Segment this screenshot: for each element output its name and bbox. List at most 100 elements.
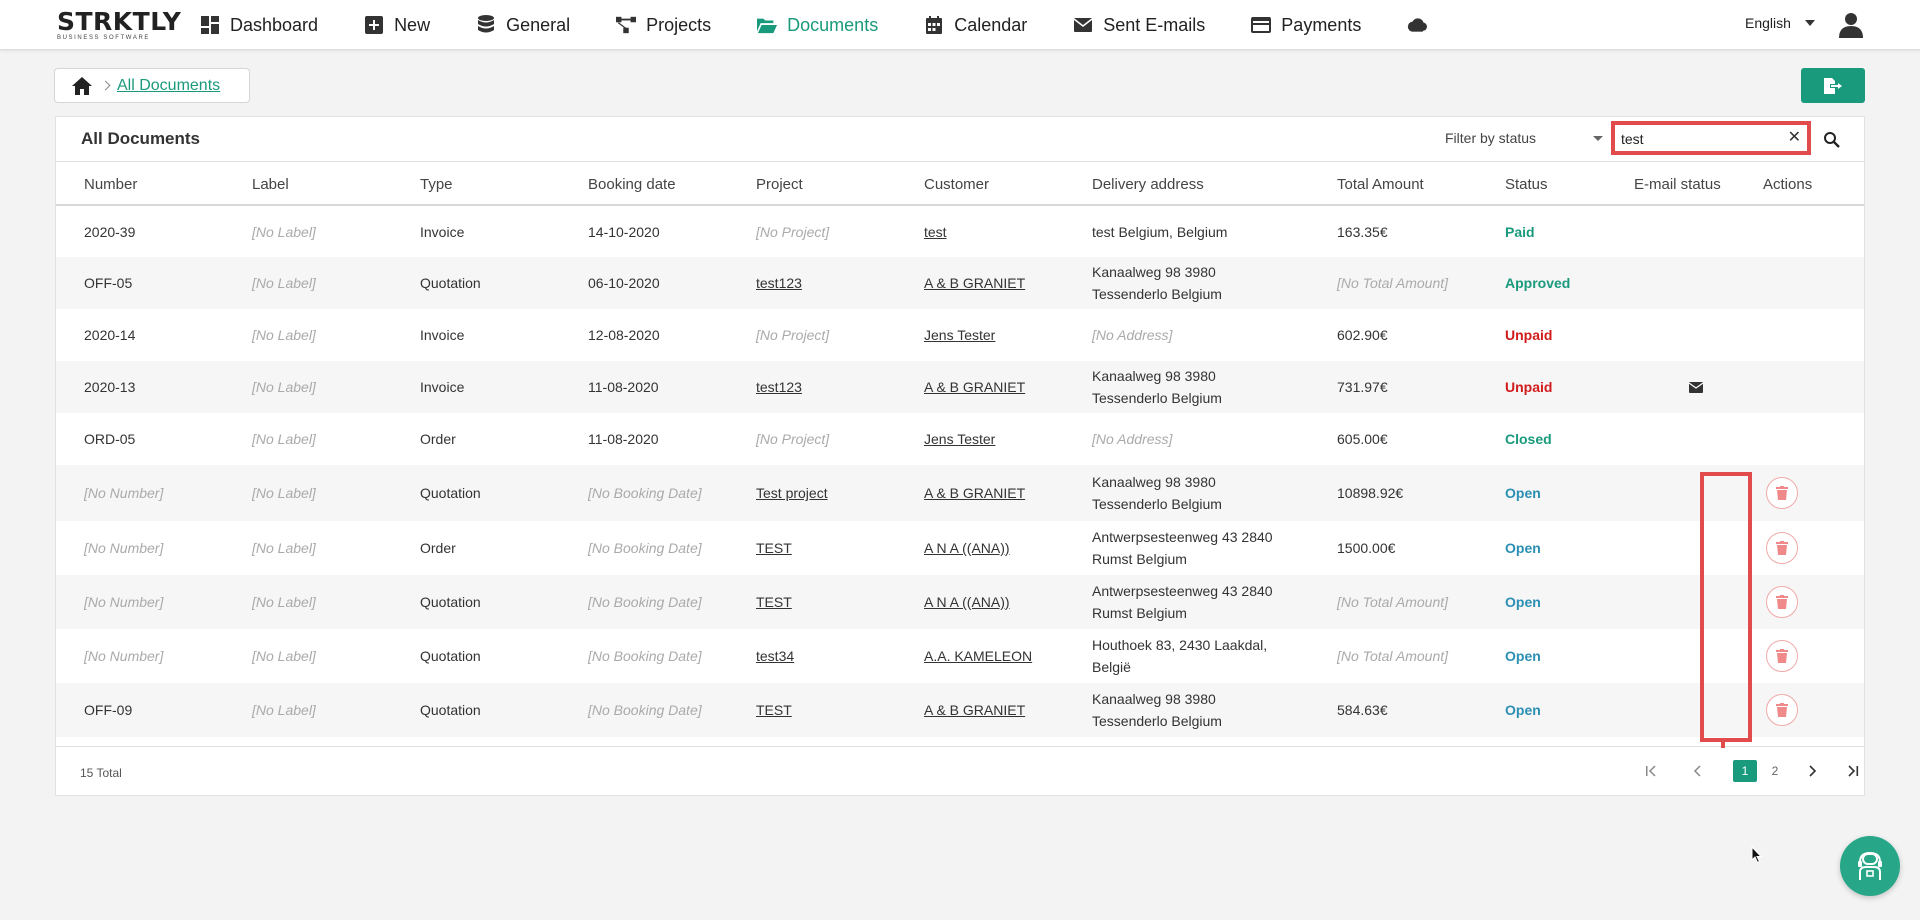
column-header-customer[interactable]: Customer xyxy=(924,176,989,193)
cell-booking-date: [No Booking Date] xyxy=(588,648,702,664)
nav-item-dashboard[interactable]: Dashboard xyxy=(200,0,318,50)
cell-project[interactable]: test123 xyxy=(756,272,802,294)
column-header-label[interactable]: Label xyxy=(252,176,289,193)
nav-item-calendar[interactable]: Calendar xyxy=(924,0,1027,50)
table-row[interactable]: [No Number] [No Label] Quotation [No Bookin… xyxy=(56,575,1864,629)
delete-button[interactable] xyxy=(1766,694,1798,726)
language-selector[interactable]: English xyxy=(1745,15,1815,31)
logo[interactable]: STRKTLY BUSINESS SOFTWARE xyxy=(57,9,181,41)
cell-label: [No Label] xyxy=(252,224,316,240)
cell-delivery-address: Kanaalweg 98 3980 xyxy=(1092,691,1216,707)
cell-project[interactable]: test123 xyxy=(756,376,802,398)
cell-customer[interactable]: A.A. KAMELEON xyxy=(924,645,1032,667)
cell-customer[interactable]: A N A ((ANA)) xyxy=(924,537,1010,559)
status-badge: Paid xyxy=(1505,224,1535,240)
cell-project: [No Project] xyxy=(756,327,830,343)
previous-page-button[interactable] xyxy=(1686,760,1710,782)
delete-button[interactable] xyxy=(1766,532,1798,564)
status-badge: Closed xyxy=(1505,431,1552,447)
documents-panel: All Documents Filter by status ✕ Number … xyxy=(55,116,1865,796)
cell-project[interactable]: Test project xyxy=(756,482,828,504)
cell-customer[interactable]: A & B GRANIET xyxy=(924,272,1025,294)
nav-item-cloud[interactable] xyxy=(1407,0,1437,50)
nav-item-documents[interactable]: Documents xyxy=(757,0,878,50)
status-badge: Approved xyxy=(1505,275,1571,291)
cell-customer[interactable]: A N A ((ANA)) xyxy=(924,591,1010,613)
cell-customer[interactable]: A & B GRANIET xyxy=(924,699,1025,721)
cell-delivery-address: Houthoek 83, 2430 Laakdal, xyxy=(1092,637,1268,653)
cell-type: Quotation xyxy=(420,275,481,291)
home-icon[interactable] xyxy=(72,76,92,95)
cell-label: [No Label] xyxy=(252,594,316,610)
table-row[interactable]: ORD-05 [No Label] Order 11-08-2020 [No Proje… xyxy=(56,413,1864,465)
column-header-status[interactable]: Status xyxy=(1505,176,1548,193)
cell-delivery-address-line2: België xyxy=(1092,659,1131,675)
cell-type: Quotation xyxy=(420,594,481,610)
delete-button[interactable] xyxy=(1766,640,1798,672)
cell-project[interactable]: TEST xyxy=(756,699,792,721)
table-row[interactable]: 2020-14 [No Label] Invoice 12-08-2020 [No Pr… xyxy=(56,309,1864,361)
user-icon[interactable] xyxy=(1838,12,1864,38)
nav-item-payments[interactable]: Payments xyxy=(1251,0,1361,50)
status-badge: Open xyxy=(1505,540,1541,556)
nav-item-label: Projects xyxy=(646,14,712,35)
column-header-number[interactable]: Number xyxy=(84,176,137,193)
cell-project[interactable]: test34 xyxy=(756,645,794,667)
page-1-button[interactable]: 1 xyxy=(1733,760,1757,782)
cell-total-amount: 10898.92€ xyxy=(1337,485,1404,501)
nav-item-general[interactable]: General xyxy=(476,0,570,50)
column-header-actions: Actions xyxy=(1763,176,1813,193)
cell-customer[interactable]: test xyxy=(924,221,947,243)
nav-item-projects[interactable]: Projects xyxy=(616,0,711,50)
status-filter-select[interactable]: Filter by status xyxy=(1445,130,1605,146)
cell-booking-date: 12-08-2020 xyxy=(588,327,660,343)
next-page-button[interactable] xyxy=(1800,760,1824,782)
delete-button[interactable] xyxy=(1766,477,1798,509)
search-input[interactable] xyxy=(1621,128,1781,150)
nav-item-new[interactable]: New xyxy=(364,0,430,50)
cell-delivery-address: [No Address] xyxy=(1092,327,1173,343)
cell-total-amount: 1500.00€ xyxy=(1337,540,1396,556)
column-header-email-status: E-mail status xyxy=(1634,176,1721,193)
nav-item-label: Payments xyxy=(1281,14,1362,35)
cell-booking-date: [No Booking Date] xyxy=(588,485,702,501)
column-header-booking-date[interactable]: Booking date xyxy=(588,176,676,193)
cell-project: [No Project] xyxy=(756,224,830,240)
breadcrumb-all-documents[interactable]: All Documents xyxy=(117,77,220,95)
column-header-type[interactable]: Type xyxy=(420,176,453,193)
cell-customer[interactable]: Jens Tester xyxy=(924,428,995,450)
status-badge: Open xyxy=(1505,648,1541,664)
page-2-button[interactable]: 2 xyxy=(1763,760,1787,782)
table-row[interactable]: 2020-39 [No Label] Invoice 14-10-2020 [No Pr… xyxy=(56,207,1864,257)
table-row[interactable]: [No Number] [No Label] Order [No Booking Da… xyxy=(56,521,1864,575)
support-chat-button[interactable] xyxy=(1840,836,1900,896)
search-icon[interactable] xyxy=(1823,131,1841,149)
cell-customer[interactable]: A & B GRANIET xyxy=(924,482,1025,504)
clear-search-icon[interactable]: ✕ xyxy=(1788,129,1801,147)
page-title: All Documents xyxy=(81,129,201,148)
table-row[interactable]: OFF-05 [No Label] Quotation 06-10-2020 test1… xyxy=(56,257,1864,309)
delete-button[interactable] xyxy=(1766,586,1798,618)
highlight-marker xyxy=(1721,740,1725,748)
cell-label: [No Label] xyxy=(252,379,316,395)
column-header-project[interactable]: Project xyxy=(756,176,803,193)
first-page-button[interactable] xyxy=(1639,760,1663,782)
database-icon xyxy=(476,15,496,35)
cell-customer[interactable]: A & B GRANIET xyxy=(924,376,1025,398)
cell-number: 2020-14 xyxy=(84,327,136,343)
column-header-total-amount[interactable]: Total Amount xyxy=(1337,176,1424,193)
cell-project[interactable]: TEST xyxy=(756,591,792,613)
table-row[interactable]: [No Number] [No Label] Quotation [No Bookin… xyxy=(56,629,1864,683)
last-page-button[interactable] xyxy=(1841,760,1865,782)
cell-customer[interactable]: Jens Tester xyxy=(924,324,995,346)
cell-project[interactable]: TEST xyxy=(756,537,792,559)
column-header-delivery-address[interactable]: Delivery address xyxy=(1092,176,1204,193)
trash-icon xyxy=(1776,703,1788,717)
table-row[interactable]: 2020-13 [No Label] Invoice 11-08-2020 test12… xyxy=(56,361,1864,413)
status-badge: Unpaid xyxy=(1505,379,1553,395)
table-row[interactable]: [No Number] [No Label] Quotation [No Bookin… xyxy=(56,465,1864,521)
nav-item-sent-emails[interactable]: Sent E-mails xyxy=(1073,0,1205,50)
export-button[interactable] xyxy=(1801,68,1865,103)
table-row[interactable]: OFF-09 [No Label] Quotation [No Booking Dat… xyxy=(56,683,1864,737)
top-navbar: STRKTLY BUSINESS SOFTWARE Dashboard New … xyxy=(0,0,1920,50)
